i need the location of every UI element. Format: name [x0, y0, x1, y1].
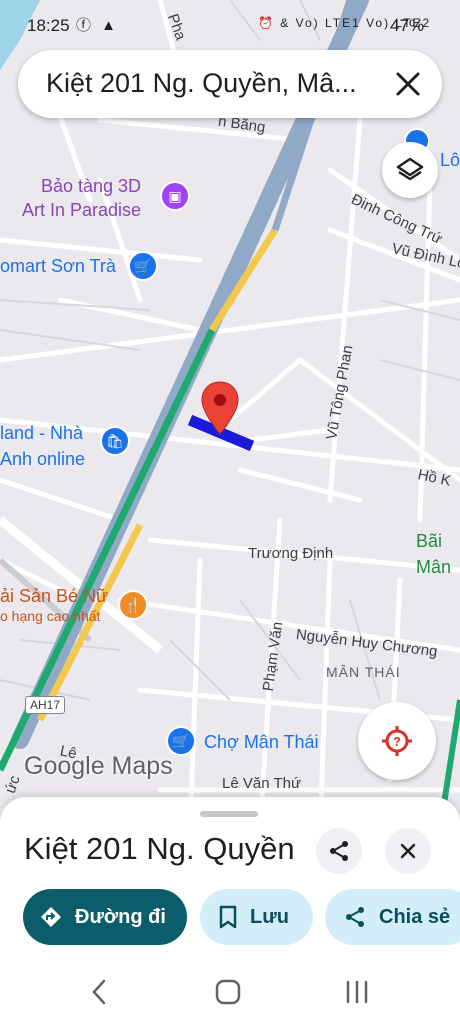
bookmark-icon — [219, 905, 237, 929]
home-icon[interactable] — [215, 979, 241, 1005]
search-bar[interactable]: Kiệt 201 Ng. Quyền, Mâ... — [18, 50, 442, 118]
system-nav-bar — [0, 960, 460, 1024]
save-label: Lưu — [250, 905, 289, 928]
directions-button[interactable]: Đường đi — [23, 889, 187, 945]
shopping-bag-icon[interactable]: 🛍 — [100, 426, 130, 456]
search-input[interactable]: Kiệt 201 Ng. Quyền, Mâ... — [46, 68, 376, 99]
seafood-label[interactable]: ải Sản Bé Nữ — [0, 586, 108, 607]
recents-icon[interactable] — [344, 979, 370, 1005]
district-label: MÂN THÁI — [326, 664, 401, 680]
share-icon — [330, 841, 348, 861]
battery-level: 47% — [390, 16, 425, 35]
highway-shield: AH17 — [25, 696, 66, 714]
seafood-sub-label: o hạng cao nhất — [0, 608, 101, 624]
back-icon[interactable] — [88, 978, 110, 1006]
shopping-cart-icon[interactable]: 🛒 — [128, 251, 158, 281]
drag-handle[interactable] — [200, 811, 258, 817]
street-label: Trương Định — [248, 545, 334, 562]
my-location-button[interactable]: ? — [358, 702, 436, 780]
crosshair-icon: ? — [382, 726, 412, 756]
svg-text:?: ? — [393, 734, 401, 749]
museum-icon[interactable]: ▣ — [160, 181, 190, 211]
save-button[interactable]: Lưu — [200, 889, 313, 945]
status-time: 18:25 — [27, 16, 70, 35]
comart-label[interactable]: omart Sơn Trà — [0, 256, 116, 277]
shop-label[interactable]: land - Nhà Anh online — [0, 420, 85, 472]
close-sheet-button[interactable] — [385, 828, 431, 874]
share-label: Chia sẻ — [379, 905, 451, 928]
close-icon — [400, 843, 416, 859]
museum-label[interactable]: Bảo tàng 3D Art In Paradise — [22, 174, 141, 222]
google-maps-watermark: Google Maps — [24, 752, 173, 780]
top-right-poi-label[interactable]: Lô — [440, 150, 460, 171]
place-title: Kiệt 201 Ng. Quyền — [24, 831, 295, 866]
share-icon — [346, 907, 364, 927]
restaurant-icon[interactable]: 🍴 — [118, 590, 148, 620]
close-icon[interactable] — [392, 68, 424, 100]
park-label[interactable]: Bãi Mân — [416, 528, 451, 580]
layers-button[interactable] — [382, 142, 438, 198]
layers-icon — [396, 157, 424, 181]
market-label[interactable]: Chợ Mân Thái — [204, 732, 319, 753]
street-label: Lê Văn Thứ — [222, 775, 301, 792]
location-pin-icon[interactable] — [200, 380, 240, 436]
directions-icon — [41, 907, 61, 927]
status-bar: 18:25 ⓕ ▲ ⏰ & Vo) LTE1 Vo) LTE2 47% — [0, 0, 460, 48]
directions-label: Đường đi — [75, 905, 166, 928]
share-chip-button[interactable]: Chia sẻ — [325, 889, 460, 945]
notification-icons: ⓕ ▲ — [76, 17, 120, 34]
share-button[interactable] — [316, 828, 362, 874]
